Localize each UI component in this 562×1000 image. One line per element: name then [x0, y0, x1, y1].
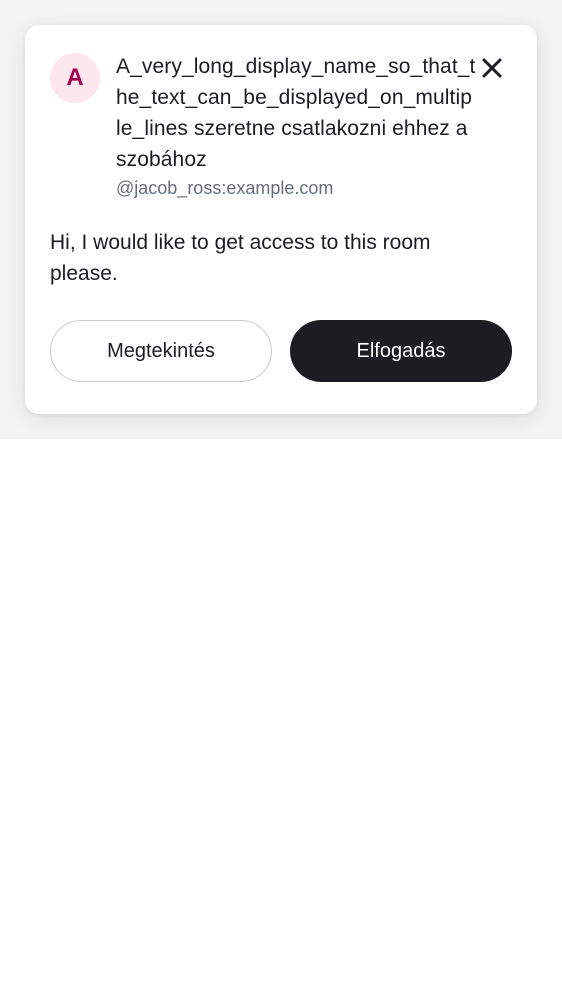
- avatar: A: [50, 53, 100, 103]
- close-button[interactable]: [476, 52, 508, 84]
- accept-button-label: Elfogadás: [356, 339, 446, 362]
- join-request-card: A A_very_long_display_name_so_that_the_t…: [25, 25, 537, 414]
- request-title: A_very_long_display_name_so_that_the_tex…: [116, 55, 476, 171]
- view-button[interactable]: Megtekintés: [50, 320, 272, 382]
- close-icon: [482, 58, 502, 78]
- avatar-letter: A: [66, 64, 84, 91]
- view-button-label: Megtekintés: [107, 339, 215, 362]
- accept-button[interactable]: Elfogadás: [290, 320, 512, 382]
- request-message: Hi, I would like to get access to this r…: [50, 231, 431, 285]
- user-id: @jacob_ross:example.com: [116, 178, 334, 198]
- request-header: A_very_long_display_name_so_that_the_tex…: [116, 51, 476, 200]
